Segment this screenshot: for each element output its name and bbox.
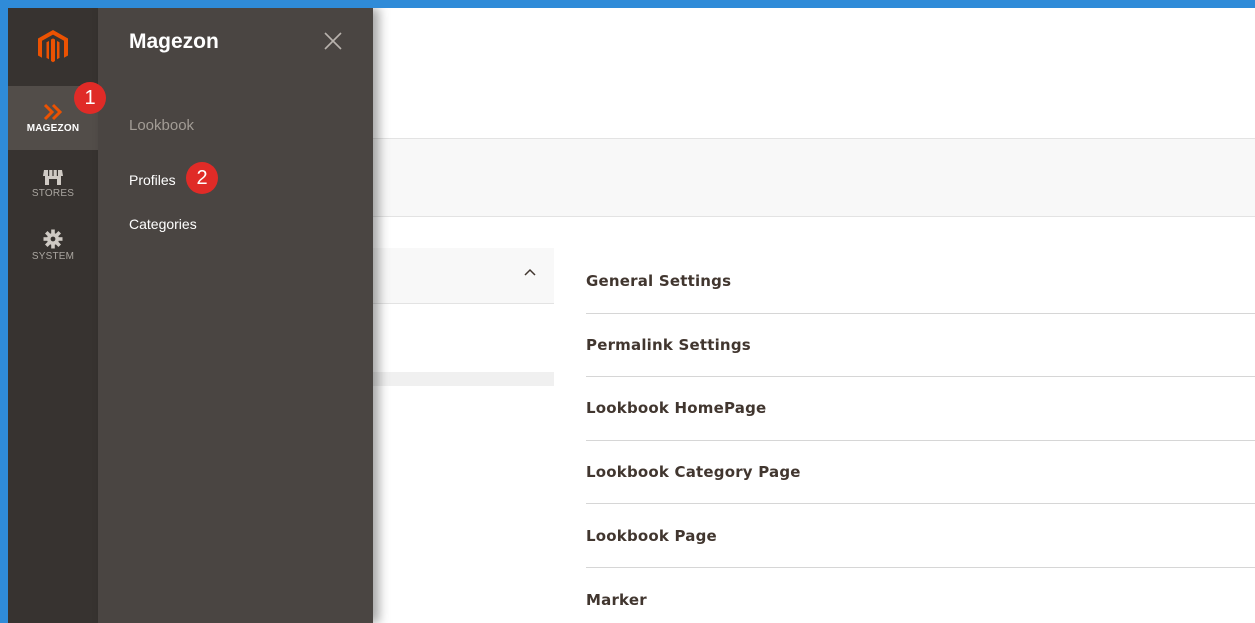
step-badge-2: 2: [186, 162, 218, 194]
page-actions-bar: [373, 139, 1255, 217]
nav-item-label: MAGEZON: [26, 122, 80, 134]
store-icon: [43, 169, 63, 185]
submenu-section-lookbook: Lookbook: [129, 117, 195, 134]
submenu-link-profiles[interactable]: Profiles: [129, 172, 176, 188]
submenu-title: Magezon: [129, 30, 219, 53]
step-badge-1: 1: [74, 82, 106, 114]
magezon-chevrons-icon: [43, 103, 63, 120]
section-lookbook-homepage[interactable]: Lookbook HomePage: [586, 377, 1255, 441]
gear-icon: [43, 229, 63, 248]
config-tab-header[interactable]: [373, 248, 554, 304]
config-tab-item[interactable]: [373, 372, 554, 386]
section-lookbook-category-page[interactable]: Lookbook Category Page: [586, 441, 1255, 505]
section-marker[interactable]: Marker: [586, 568, 1255, 623]
magezon-submenu: Magezon Lookbook Profiles Categories: [98, 8, 373, 623]
submenu-link-categories[interactable]: Categories: [129, 216, 197, 232]
section-general-settings[interactable]: General Settings: [586, 250, 1255, 314]
settings-sections-list: General Settings Permalink Settings Look…: [586, 250, 1255, 623]
close-icon[interactable]: [322, 30, 344, 52]
magento-logo-icon: [38, 30, 68, 63]
section-permalink-settings[interactable]: Permalink Settings: [586, 314, 1255, 378]
nav-item-label: SYSTEM: [31, 250, 75, 262]
nav-item-label: STORES: [31, 187, 75, 199]
nav-item-stores[interactable]: STORES: [8, 158, 98, 208]
chevron-up-icon[interactable]: [524, 268, 536, 276]
nav-item-system[interactable]: SYSTEM: [8, 220, 98, 270]
magento-logo[interactable]: [8, 8, 98, 86]
section-lookbook-page[interactable]: Lookbook Page: [586, 504, 1255, 568]
admin-window: General Settings Permalink Settings Look…: [0, 0, 1255, 623]
